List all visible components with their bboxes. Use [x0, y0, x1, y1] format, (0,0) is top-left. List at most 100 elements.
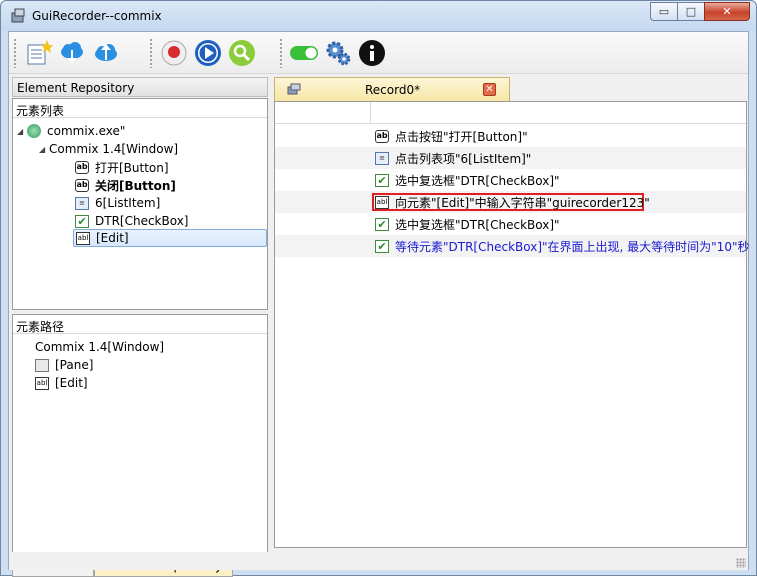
toolbar-group-file: [11, 35, 123, 71]
tree-item-label: 关闭[Button]: [95, 178, 176, 193]
listitem-icon: ≡: [75, 196, 89, 210]
tree-item-label: 打开[Button]: [95, 160, 169, 175]
maximize-icon: □: [685, 5, 697, 18]
title-bar[interactable]: GuiRecorder--commix ▭ □ ✕: [1, 1, 756, 31]
toolbar-grip[interactable]: [13, 38, 17, 68]
edit-icon: abl: [76, 231, 90, 245]
listitem-icon: ≡: [375, 151, 389, 165]
edit-icon: abl: [375, 195, 389, 209]
tab-label: Record0*: [365, 83, 421, 97]
download-cloud-icon: [61, 42, 83, 64]
tree-item-close-button[interactable]: ab 关闭[Button]: [75, 176, 176, 194]
tree-item-label: [Edit]: [96, 231, 129, 245]
path-item-label: [Pane]: [55, 358, 94, 372]
step-content: ✔ 等待元素"DTR[CheckBox]"在界面上出现, 最大等待时间为"10"…: [375, 235, 749, 257]
toolbar-group-record: [147, 35, 259, 71]
maximize-button[interactable]: □: [677, 2, 705, 21]
path-item-label: [Edit]: [55, 376, 88, 390]
search-button[interactable]: [225, 36, 259, 70]
step-row[interactable]: ✔ 选中复选框"DTR[CheckBox]": [275, 169, 746, 191]
toggle-button[interactable]: [287, 36, 321, 70]
element-path-panel: 元素路径 Commix 1.4[Window] [Pane] abl [Edit…: [12, 314, 268, 554]
element-list-title: 元素列表: [13, 99, 267, 118]
step-row[interactable]: ab 点击按钮"打开[Button]": [275, 125, 746, 147]
play-icon: [195, 40, 221, 66]
play-button[interactable]: [191, 36, 225, 70]
new-record-button[interactable]: [21, 36, 55, 70]
step-row[interactable]: ≡ 点击列表项"6[ListItem]": [275, 147, 746, 169]
download-button[interactable]: [55, 36, 89, 70]
tree-item-open-button[interactable]: ab 打开[Button]: [75, 158, 169, 176]
window-controls: ▭ □ ✕: [650, 2, 750, 22]
step-text: 点击按钮"打开[Button]": [395, 129, 528, 144]
settings-button[interactable]: [321, 36, 355, 70]
close-button[interactable]: ✕: [704, 2, 750, 21]
step-text: 向元素"[Edit]"中输入字符串"guirecorder123": [395, 195, 650, 210]
info-icon: [359, 40, 385, 66]
window-title: GuiRecorder--commix: [32, 9, 162, 23]
element-path-title: 元素路径: [13, 315, 267, 334]
close-tab-icon[interactable]: ✕: [483, 83, 496, 96]
step-row[interactable]: ✔ 等待元素"DTR[CheckBox]"在界面上出现, 最大等待时间为"10"…: [275, 235, 749, 257]
tree-item-commix-exe[interactable]: ◢ commix.exe": [17, 122, 125, 140]
tree-item-listitem[interactable]: ≡ 6[ListItem]: [75, 194, 160, 212]
record-button[interactable]: [157, 36, 191, 70]
toolbar-grip[interactable]: [149, 38, 153, 68]
toolbar-group-settings: [277, 35, 389, 71]
app-icon: [27, 124, 41, 138]
step-content: ✔ 选中复选框"DTR[CheckBox]": [375, 169, 560, 191]
resize-grip[interactable]: [736, 558, 746, 568]
settings-gears-icon: [326, 41, 351, 66]
tree-item-label: commix.exe": [47, 124, 126, 138]
button-icon: ab: [75, 178, 89, 192]
record-icon: [161, 40, 187, 66]
button-icon: ab: [75, 160, 89, 174]
left-panel: Element Repository 元素列表 ◢ commix.exe" ◢ …: [12, 77, 270, 577]
grid-header-divider[interactable]: [370, 102, 371, 124]
steps-grid: ab 点击按钮"打开[Button]" ≡ 点击列表项"6[ListItem]"…: [274, 101, 749, 548]
step-content: ≡ 点击列表项"6[ListItem]": [375, 147, 531, 169]
status-bar: [9, 552, 748, 570]
app-window: GuiRecorder--commix ▭ □ ✕ Element Reposi…: [0, 0, 757, 577]
client-area: Element Repository 元素列表 ◢ commix.exe" ◢ …: [8, 31, 749, 577]
path-item-edit[interactable]: abl [Edit]: [35, 374, 88, 392]
tree-item-label: DTR[CheckBox]: [95, 214, 189, 228]
checkbox-icon: ✔: [375, 217, 389, 231]
step-text: 点击列表项"6[ListItem]": [395, 151, 532, 166]
new-record-icon: [27, 40, 53, 65]
path-item-window[interactable]: Commix 1.4[Window]: [35, 338, 164, 356]
tab-record0[interactable]: Record0* ✕: [274, 77, 510, 101]
tree-item-label: 6[ListItem]: [95, 196, 161, 210]
minimize-button[interactable]: ▭: [650, 2, 678, 21]
upload-cloud-icon: [95, 44, 117, 61]
tree-item-edit[interactable]: abl [Edit]: [73, 229, 267, 247]
pane-icon: [35, 358, 49, 372]
minimize-icon: ▭: [658, 5, 670, 18]
step-text: 选中复选框"DTR[CheckBox]": [395, 217, 560, 232]
step-row[interactable]: ✔ 选中复选框"DTR[CheckBox]": [275, 213, 746, 235]
close-icon: ✕: [722, 5, 732, 18]
step-content: abl 向元素"[Edit]"中输入字符串"guirecorder123": [375, 191, 650, 213]
checkbox-icon: ✔: [375, 173, 389, 187]
tree-item-checkbox[interactable]: ✔ DTR[CheckBox]: [75, 212, 189, 230]
step-row-highlighted[interactable]: abl 向元素"[Edit]"中输入字符串"guirecorder123": [275, 191, 746, 213]
toolbar: [9, 32, 748, 74]
info-button[interactable]: [355, 36, 389, 70]
step-content: ✔ 选中复选框"DTR[CheckBox]": [375, 213, 560, 235]
upload-button[interactable]: [89, 36, 123, 70]
checkbox-icon: ✔: [75, 214, 89, 228]
step-text: 等待元素"DTR[CheckBox]"在界面上出现, 最大等待时间为"10"秒: [395, 239, 750, 254]
expand-arrow-icon[interactable]: ◢: [39, 145, 49, 154]
step-text: 选中复选框"DTR[CheckBox]": [395, 173, 560, 188]
toolbar-grip[interactable]: [279, 38, 283, 68]
checkbox-icon: ✔: [375, 239, 389, 253]
tree-item-label: Commix 1.4[Window]: [49, 142, 179, 156]
path-item-pane[interactable]: [Pane]: [35, 356, 93, 374]
edit-icon: abl: [35, 376, 49, 390]
path-item-label: Commix 1.4[Window]: [35, 340, 165, 354]
expand-arrow-icon[interactable]: ◢: [17, 127, 27, 136]
app-icon: [11, 8, 25, 23]
tree-item-commix-window[interactable]: ◢ Commix 1.4[Window]: [39, 140, 178, 158]
record-doc-icon: [287, 83, 301, 95]
button-icon: ab: [375, 129, 389, 143]
